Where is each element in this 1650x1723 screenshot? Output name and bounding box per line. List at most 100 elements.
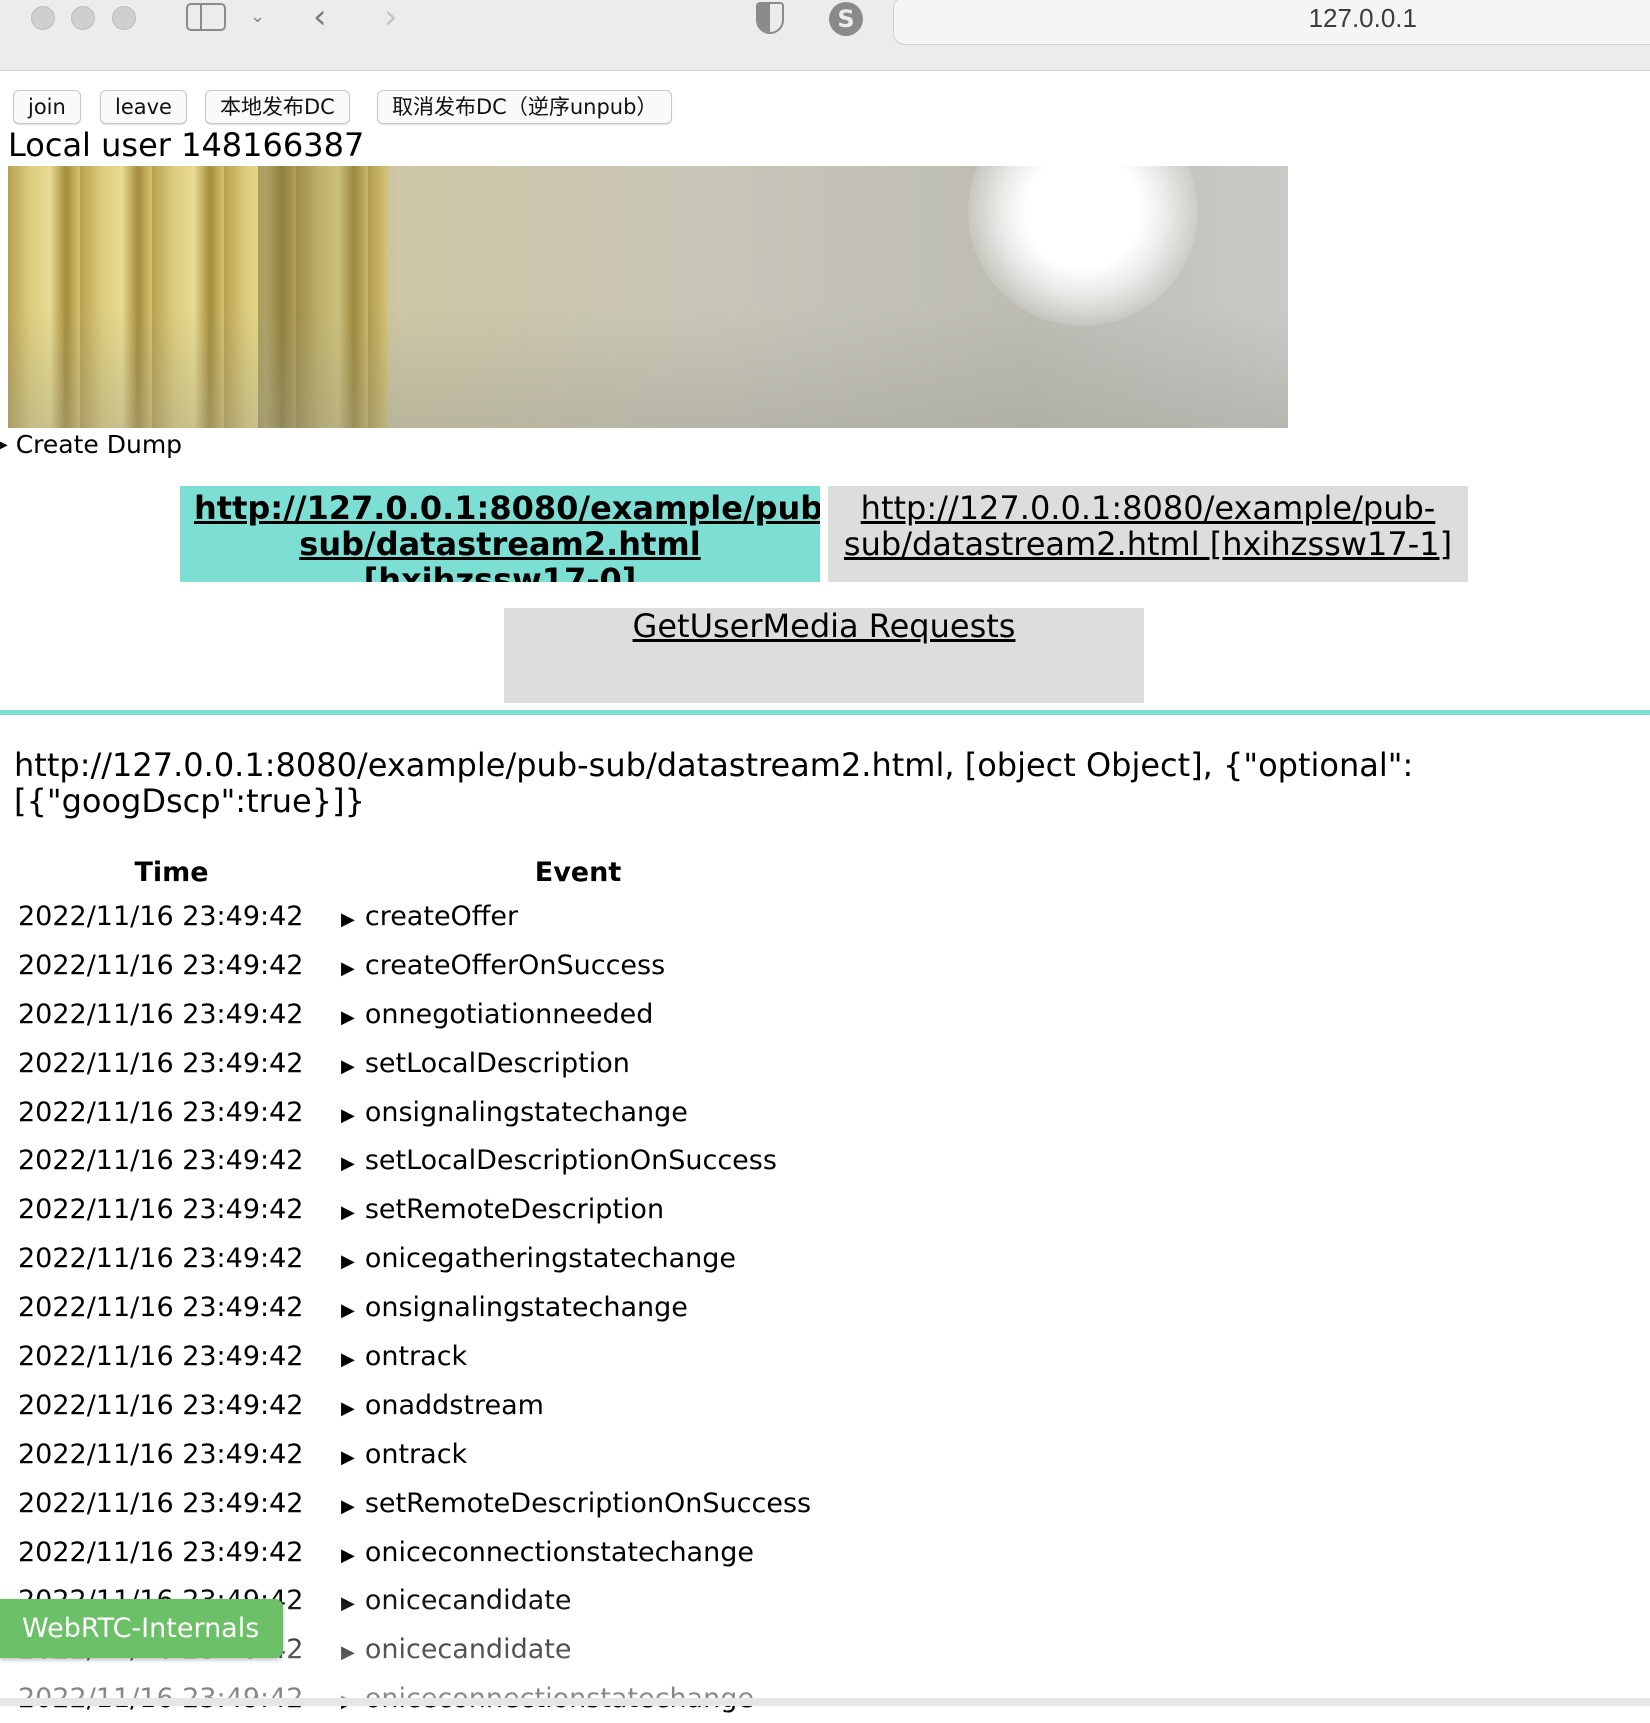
sidebar-icon[interactable] [186,3,226,31]
minimize-window-button[interactable] [71,6,95,30]
event-time: 2022/11/16 23:49:42 [18,1047,304,1079]
event-name: onicecandidate [364,1585,572,1617]
expand-icon: ▶ [341,1642,355,1664]
event-name: createOfferOnSuccess [364,949,666,981]
local-user-label: Local user 148166387 [8,126,365,164]
tab-label[interactable]: GetUserMedia Requests [633,608,1016,645]
browser-toolbar: ⌄ ‹ › S 127.0.0.1 [0,0,1650,71]
event-name: onicecandidate [364,1634,572,1666]
zoom-window-button[interactable] [112,6,136,30]
event-details-toggle[interactable]: ▶ createOfferOnSuccess [333,941,823,990]
event-details-toggle[interactable]: ▶ setLocalDescription [333,1039,823,1088]
table-row: 2022/11/16 23:49:42 ▶ createOffer [10,892,823,941]
event-details-toggle[interactable]: ▶ onsignalingstatechange [333,1283,823,1332]
getusermedia-request-info: http://127.0.0.1:8080/example/pub-sub/da… [14,746,1414,820]
event-time: 2022/11/16 23:49:42 [18,1243,304,1275]
expand-icon: ▶ [341,1202,355,1224]
event-details-toggle[interactable]: ▶ onicecandidate [333,1625,823,1674]
event-name: onaddstream [364,1389,544,1421]
event-time: 2022/11/16 23:49:42 [18,1438,304,1470]
time-column-header: Time [134,856,209,888]
event-name: ontrack [364,1340,468,1372]
expand-icon: ▶ [0,440,8,451]
event-time: 2022/11/16 23:49:42 [18,998,304,1030]
event-name: onsignalingstatechange [364,1292,688,1324]
create-dump-toggle[interactable]: ▶ Create Dump [0,430,182,461]
event-name: setRemoteDescriptionOnSuccess [364,1487,812,1519]
table-row: 2022/11/16 23:49:42 ▶ ontrack [10,1332,823,1381]
event-time: 2022/11/16 23:49:42 [18,1292,304,1324]
event-time: 2022/11/16 23:49:42 [18,1194,304,1226]
event-details-toggle[interactable]: ▶ onsignalingstatechange [333,1088,823,1137]
privacy-shield-icon[interactable] [756,2,784,34]
event-time: 2022/11/16 23:49:42 [18,1389,304,1421]
tab-peer-connection-0[interactable]: http://127.0.0.1:8080/example/pub-sub/da… [180,486,820,582]
event-name: oniceconnectionstatechange [364,1536,754,1568]
event-time: 2022/11/16 23:49:42 [18,1145,304,1177]
event-details-toggle[interactable]: ▶ onaddstream [333,1381,823,1430]
publish-dc-button[interactable]: 本地发布DC [205,90,350,124]
event-details-toggle[interactable]: ▶ onicecandidate [333,1576,823,1625]
create-dump-label: Create Dump [15,430,183,459]
event-time: 2022/11/16 23:49:42 [18,1536,304,1568]
leave-button[interactable]: leave [100,90,187,124]
table-row: 2022/11/16 23:49:42 ▶ onnegotiationneeded [10,990,823,1039]
close-window-button[interactable] [31,6,55,30]
event-name: setLocalDescription [364,1047,630,1079]
table-header-row: Time Event [10,852,823,892]
expand-icon: ▶ [341,1397,355,1419]
chevron-down-icon[interactable]: ⌄ [250,0,265,34]
event-name: createOffer [364,900,519,932]
event-name: setLocalDescriptionOnSuccess [364,1145,777,1177]
back-icon[interactable]: ‹ [313,0,327,34]
expand-icon: ▶ [341,1153,355,1175]
table-row: 2022/11/16 23:49:42 ▶ createOfferOnSuccess [10,941,823,990]
tab-getusermedia-requests[interactable]: GetUserMedia Requests [504,608,1144,703]
expand-icon: ▶ [341,1593,355,1615]
table-row: 2022/11/16 23:49:42 ▶ setLocalDescription [10,1039,823,1088]
tab-label[interactable]: http://127.0.0.1:8080/example/pub-sub/da… [844,489,1452,563]
window-bottom-edge [0,1698,1650,1706]
table-row: 2022/11/16 23:49:42 ▶ onicegatheringstatec… [10,1234,823,1283]
forward-icon[interactable]: › [384,0,398,34]
event-details-toggle[interactable]: ▶ oniceconnectionstatechange [333,1528,823,1577]
event-details-toggle[interactable]: ▶ onicegatheringstatechange [333,1234,823,1283]
expand-icon: ▶ [341,1544,355,1566]
event-details-toggle[interactable]: ▶ setLocalDescriptionOnSuccess [333,1136,823,1185]
event-details-toggle[interactable]: ▶ onnegotiationneeded [333,990,823,1039]
expand-icon: ▶ [341,957,355,979]
address-bar[interactable]: 127.0.0.1 [893,0,1650,45]
table-row: 2022/11/16 23:49:42 ▶ onsignalingstatechan… [10,1283,823,1332]
local-video [8,166,1288,428]
event-log-table: Time Event 2022/11/16 23:49:42 ▶ createOff… [10,852,823,1723]
event-time: 2022/11/16 23:49:42 [18,1096,304,1128]
unpublish-dc-button[interactable]: 取消发布DC（逆序unpub） [377,90,673,124]
table-row: 2022/11/16 23:49:42 ▶ ontrack [10,1430,823,1479]
event-details-toggle[interactable]: ▶ setRemoteDescription [333,1185,823,1234]
expand-icon: ▶ [341,1251,355,1273]
table-row: 2022/11/16 23:49:42 ▶ oniceconnectionstate… [10,1528,823,1577]
event-details-toggle[interactable]: ▶ ontrack [333,1430,823,1479]
event-details-toggle[interactable]: ▶ setRemoteDescriptionOnSuccess [333,1479,823,1528]
table-row: 2022/11/16 23:49:42 ▶ setRemoteDescription [10,1185,823,1234]
event-name: onicegatheringstatechange [364,1243,737,1275]
table-row: 2022/11/16 23:49:42 ▶ setRemoteDescription… [10,1479,823,1528]
event-details-toggle[interactable]: ▶ ontrack [333,1332,823,1381]
tab-label[interactable]: http://127.0.0.1:8080/example/pub-sub/da… [194,489,820,582]
event-time: 2022/11/16 23:49:42 [18,1340,304,1372]
webrtc-internals-badge[interactable]: WebRTC-Internals [0,1599,283,1658]
tab-peer-connection-1[interactable]: http://127.0.0.1:8080/example/pub-sub/da… [828,486,1468,582]
address-text: 127.0.0.1 [1308,3,1417,33]
expand-icon: ▶ [341,1495,355,1517]
extension-icon[interactable]: S [829,2,863,36]
event-name: onsignalingstatechange [364,1096,688,1128]
event-details-toggle[interactable]: ▶ createOffer [333,892,823,941]
expand-icon: ▶ [341,1055,355,1077]
event-time: 2022/11/16 23:49:42 [18,1487,304,1519]
event-name: ontrack [364,1438,468,1470]
tab-divider [0,710,1650,715]
table-row: 2022/11/16 23:49:42 ▶ onsignalingstatechan… [10,1088,823,1137]
join-button[interactable]: join [13,90,81,124]
event-time: 2022/11/16 23:49:42 [18,949,304,981]
table-row: 2022/11/16 23:49:42 ▶ setLocalDescriptionO… [10,1136,823,1185]
